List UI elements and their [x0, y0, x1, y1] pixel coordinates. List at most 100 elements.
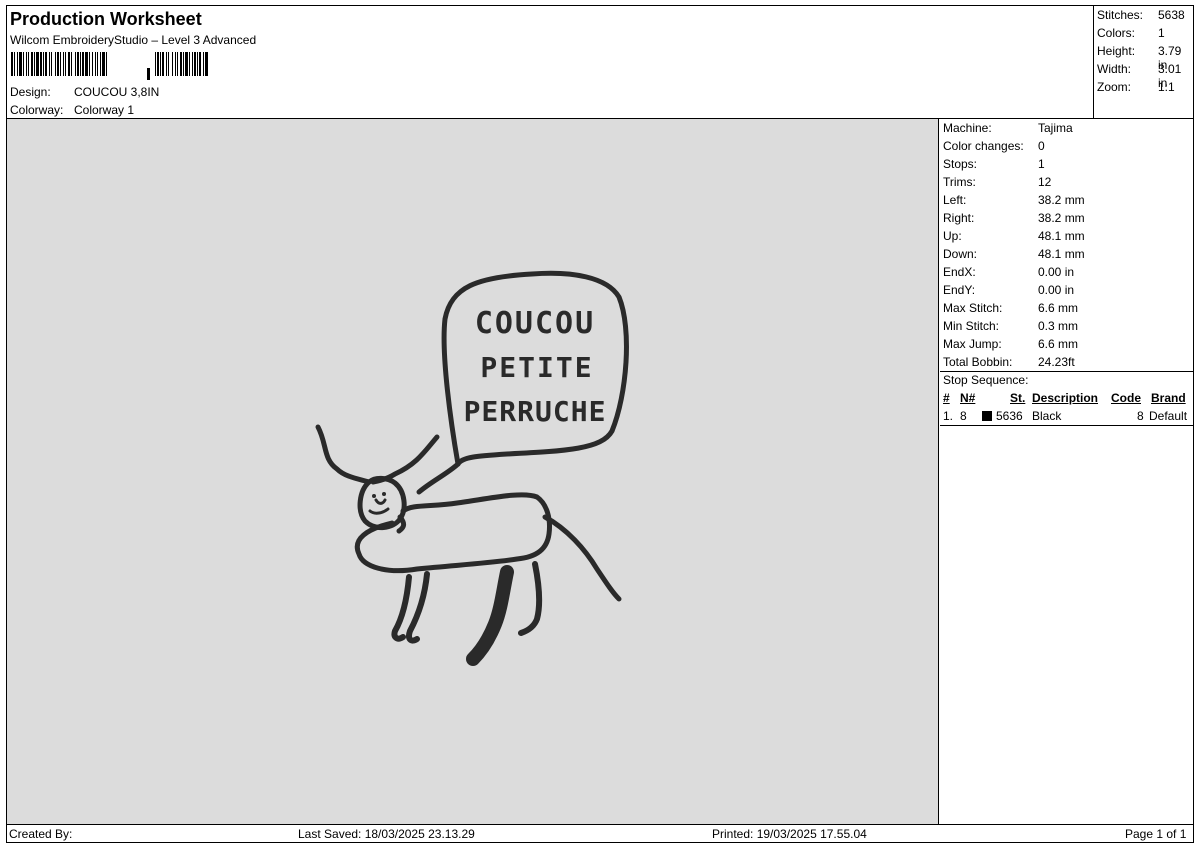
colors-label: Colors:	[1097, 26, 1136, 40]
barcode-bar	[100, 52, 101, 76]
endx-label: EndX:	[943, 265, 976, 279]
back-leg-left	[466, 565, 514, 666]
zoom-label: Zoom:	[1097, 80, 1132, 94]
endx-value: 0.00 in	[1038, 265, 1075, 279]
printed-date: Printed: 19/03/2025 17.55.04	[712, 827, 867, 841]
stop-divider	[940, 425, 1193, 426]
info-divider	[940, 371, 1193, 372]
colors-value: 1	[1158, 26, 1165, 40]
created-by: Created By:	[9, 827, 73, 841]
barcode-bar	[82, 52, 84, 76]
design-label: Design:	[10, 85, 51, 99]
barcode-bar	[172, 52, 173, 76]
barcode-bar	[80, 52, 81, 76]
barcode-bar	[162, 52, 164, 76]
max-stitch-label: Max Stitch:	[943, 301, 1003, 315]
barcode-bar	[177, 52, 178, 76]
barcode-bar	[57, 52, 59, 76]
stop-sequence-title: Stop Sequence:	[943, 373, 1029, 387]
speech-line-3: PERRUCHE	[464, 395, 607, 428]
barcode-bar	[106, 52, 107, 76]
down-value: 48.1 mm	[1038, 247, 1085, 261]
min-stitch-value: 0.3 mm	[1038, 319, 1079, 333]
software-subtitle: Wilcom EmbroideryStudio – Level 3 Advanc…	[10, 33, 257, 47]
col-description: Description	[1032, 391, 1099, 405]
width-label: Width:	[1097, 62, 1132, 76]
left-antenna	[315, 424, 372, 485]
row-num: 1.	[943, 409, 954, 423]
embroidery-drawing: COUCOU PETITE PERRUCHE	[315, 270, 629, 666]
barcode-bar	[166, 52, 167, 76]
barcode-bar	[28, 52, 29, 76]
summary-panel: Stitches: 5638 Colors: 1 Height: 3.79 in…	[1093, 6, 1193, 118]
barcode-bar	[97, 52, 98, 76]
barcode-bar	[192, 52, 193, 76]
min-stitch-label: Min Stitch:	[943, 319, 1000, 333]
max-stitch-value: 6.6 mm	[1038, 301, 1079, 315]
colorway-value: Colorway 1	[74, 103, 135, 117]
bubble-tail	[416, 461, 461, 495]
front-leg-right	[405, 571, 430, 644]
barcode-bar	[92, 52, 93, 76]
barcode-bar	[75, 52, 76, 76]
barcode-bar	[45, 52, 47, 76]
body-outline	[354, 492, 552, 574]
right-label: Right:	[943, 211, 975, 225]
barcode-bar	[14, 52, 15, 76]
page-title: Production Worksheet	[10, 9, 202, 29]
barcode-bar	[77, 52, 79, 76]
barcode-bar	[199, 52, 201, 76]
machine-value: Tajima	[1038, 121, 1073, 135]
barcode-bar	[11, 52, 13, 76]
right-antenna	[370, 434, 440, 485]
barcode-bar	[36, 52, 39, 76]
mouth	[368, 507, 390, 515]
machine-info-panel: Machine: Tajima Color changes: 0 Stops: …	[940, 119, 1193, 825]
barcode-bar	[183, 52, 184, 76]
barcode-bar	[203, 52, 204, 76]
down-label: Down:	[943, 247, 978, 261]
barcode-bar	[43, 52, 44, 76]
stops-value: 1	[1038, 157, 1045, 171]
barcode-bar	[89, 52, 90, 76]
design-preview: COUCOU PETITE PERRUCHE	[7, 119, 939, 825]
trims-value: 12	[1038, 175, 1052, 189]
barcode-bar	[60, 52, 61, 76]
max-jump-value: 6.6 mm	[1038, 337, 1079, 351]
nose	[374, 498, 387, 505]
stitches-value: 5638	[1158, 8, 1185, 22]
up-label: Up:	[943, 229, 962, 243]
endy-label: EndY:	[943, 283, 976, 297]
color-changes-value: 0	[1038, 139, 1045, 153]
total-bobbin-label: Total Bobbin:	[943, 355, 1013, 369]
barcode-bar	[185, 52, 188, 76]
barcode-bar	[34, 52, 35, 76]
tail	[542, 514, 622, 602]
stops-label: Stops:	[943, 157, 978, 171]
front-leg-left	[391, 574, 412, 642]
barcode-bar	[85, 52, 88, 76]
barcode-bar	[175, 52, 176, 76]
barcode-bar	[102, 52, 105, 76]
barcode-bar	[68, 52, 70, 76]
max-jump-label: Max Jump:	[943, 337, 1002, 351]
col-st: St.	[1010, 391, 1026, 405]
left-eye	[372, 494, 376, 498]
col-code: Code	[1111, 391, 1141, 405]
barcode-bar	[17, 52, 18, 76]
barcode-bar	[155, 52, 156, 76]
barcode-bar	[160, 52, 161, 76]
barcode-bar	[168, 52, 169, 76]
barcode-bar	[63, 52, 64, 76]
barcode-bar	[51, 52, 52, 76]
worksheet-header: Production Worksheet Wilcom EmbroiderySt…	[7, 6, 1093, 118]
barcode-bar	[197, 52, 198, 76]
barcode-bar	[19, 52, 22, 76]
color-changes-label: Color changes:	[943, 139, 1024, 153]
barcode	[11, 52, 211, 80]
row-st: 5636	[996, 409, 1023, 423]
barcode-bar	[180, 52, 182, 76]
barcode-graphic	[11, 52, 208, 80]
barcode-bar	[26, 52, 27, 76]
neck	[396, 514, 407, 534]
